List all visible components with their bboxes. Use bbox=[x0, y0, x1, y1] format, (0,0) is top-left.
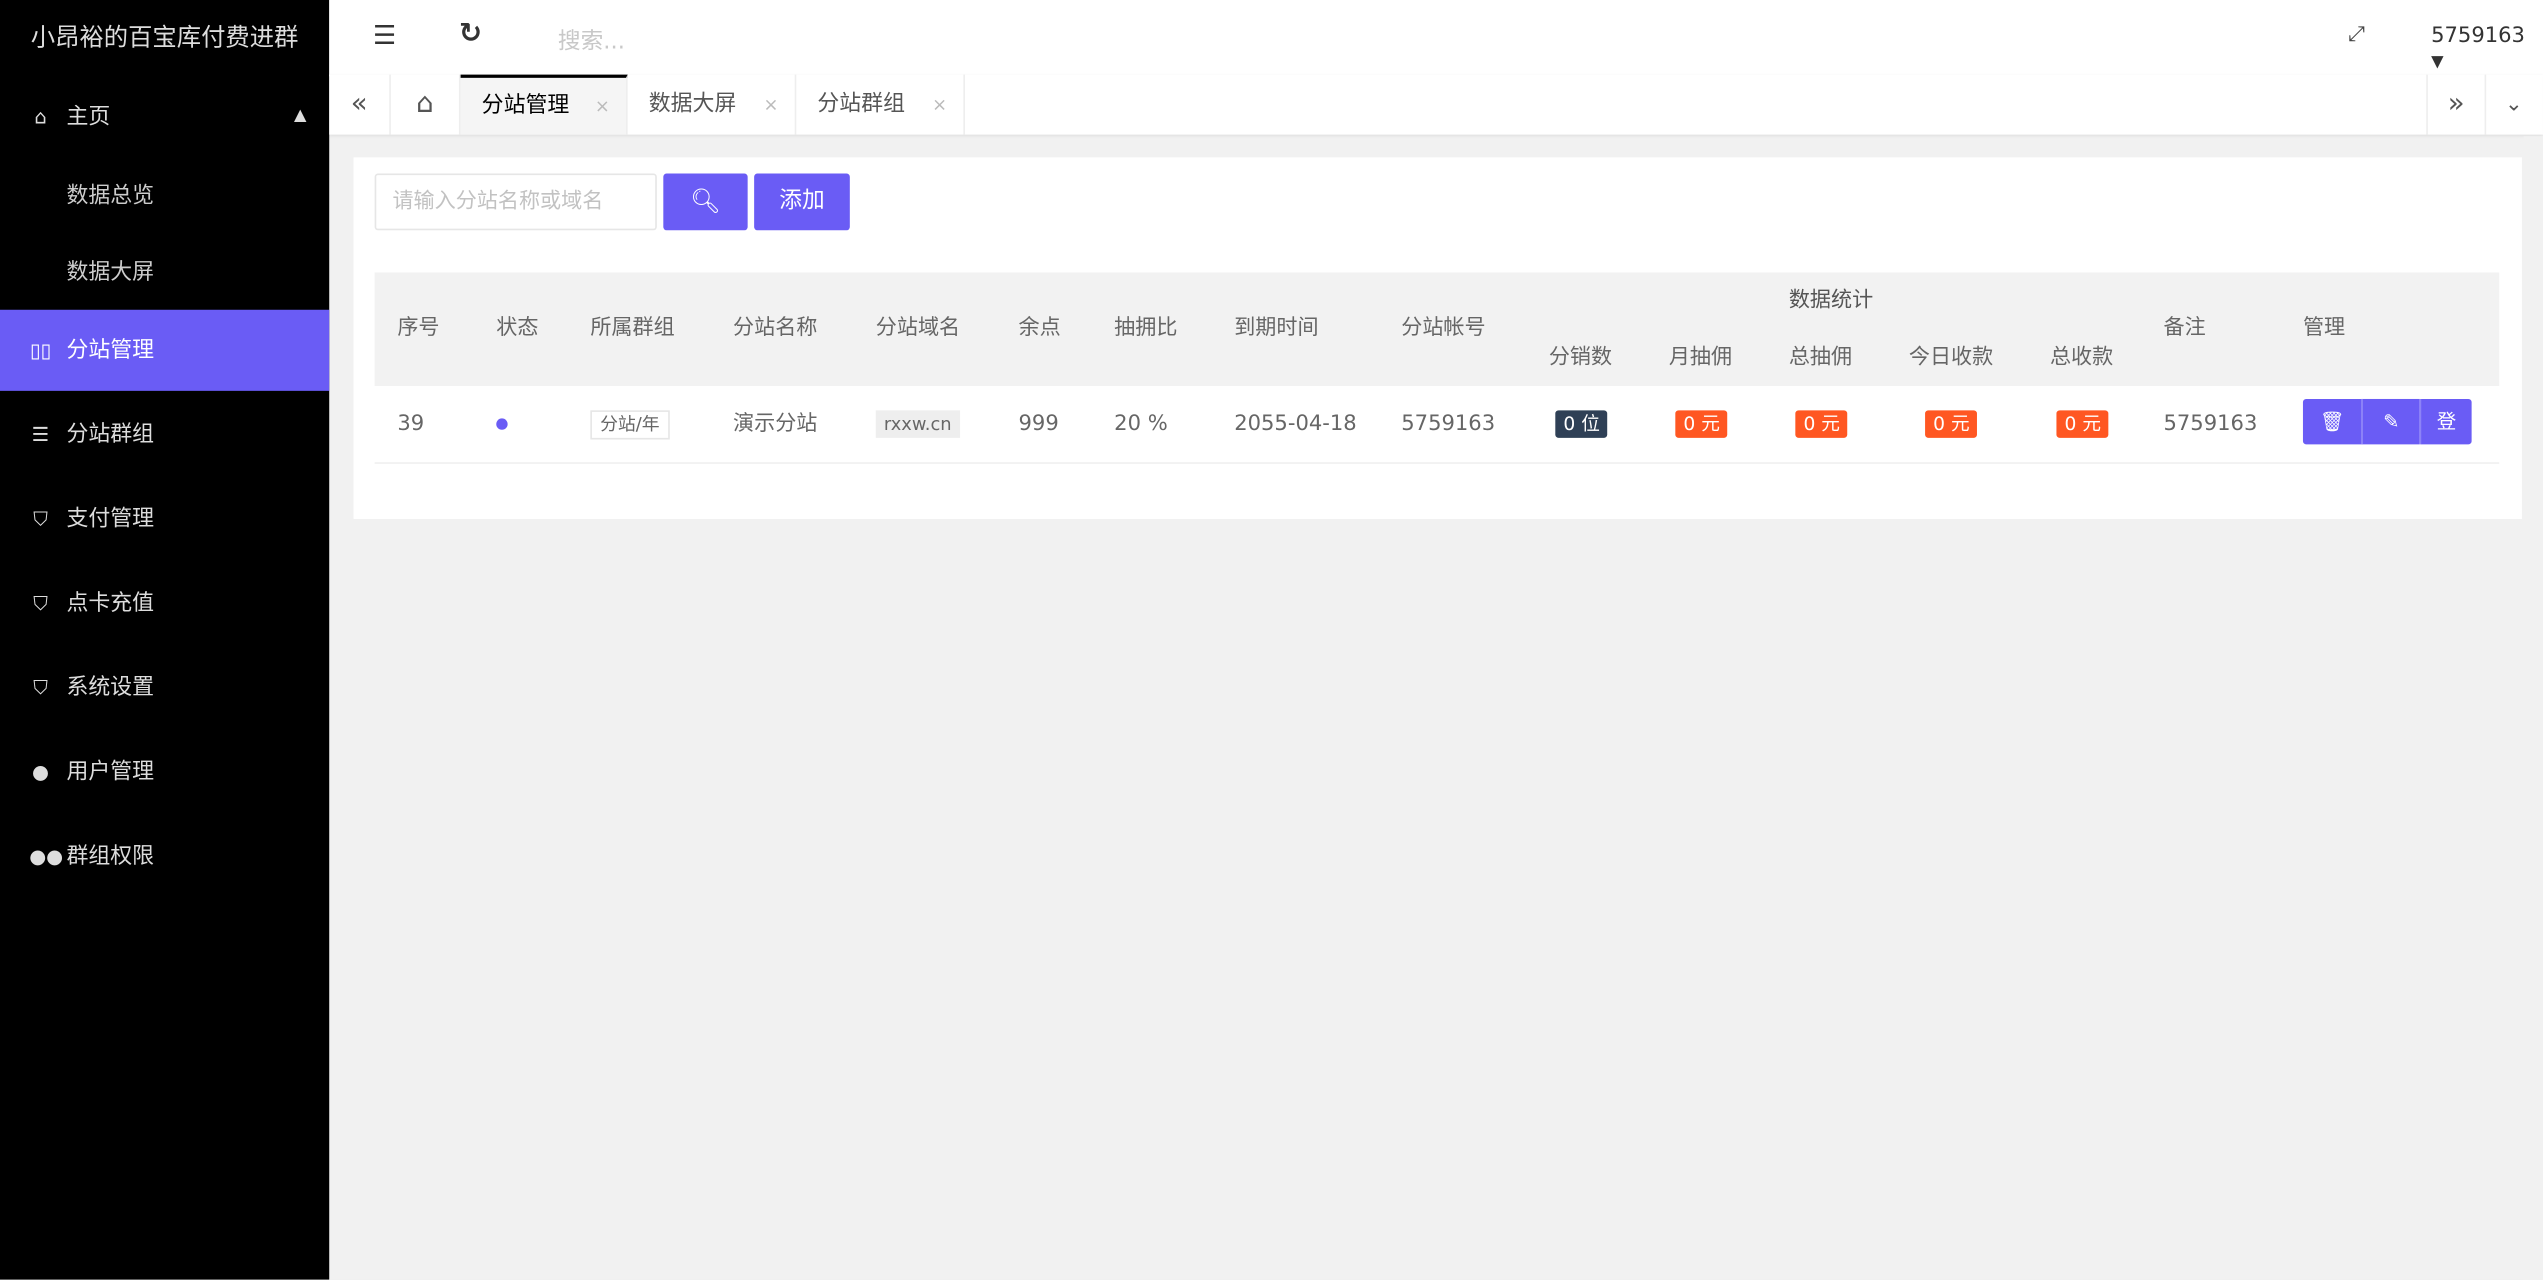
domain-tag: rxxw.cn bbox=[875, 410, 960, 438]
status-dot bbox=[496, 386, 508, 462]
cell-remark: 5759163 bbox=[2163, 411, 2258, 437]
scroll-left-icon[interactable]: « bbox=[329, 74, 391, 135]
sidebar-item-permissions[interactable]: ●● 群组权限 bbox=[0, 816, 329, 897]
caret-up-icon: ▲ bbox=[294, 107, 307, 125]
month-badge: 0 元 bbox=[1675, 410, 1729, 438]
today-badge: 0 元 bbox=[1925, 410, 1978, 438]
col-domain: 分站域名 bbox=[875, 316, 961, 341]
tab-bigscreen[interactable]: 数据大屏 × bbox=[628, 74, 797, 135]
group-tag: 分站/年 bbox=[590, 409, 670, 439]
sidebar-item-bigscreen[interactable]: 数据大屏 bbox=[0, 232, 329, 313]
sidebar-item-recharge[interactable]: ⛉ 点卡充值 bbox=[0, 563, 329, 644]
col-no: 序号 bbox=[397, 316, 440, 341]
sidebar-item-settings[interactable]: ⛉ 系统设置 bbox=[0, 647, 329, 728]
top-header: ☰ ↻ 搜索... ⤢ 5759163 ▼ bbox=[329, 0, 2543, 77]
cell-month: 0 元 bbox=[1675, 386, 1729, 462]
cell-domain: rxxw.cn bbox=[875, 386, 960, 462]
sidebar-item-overview[interactable]: 数据总览 bbox=[0, 156, 329, 237]
cell-account: 5759163 bbox=[1401, 411, 1496, 437]
cell-sales: 0 位 bbox=[1555, 386, 1608, 462]
columns-icon: ▯▯ bbox=[29, 338, 52, 362]
users-icon: ●● bbox=[29, 844, 64, 868]
close-icon[interactable]: × bbox=[932, 75, 947, 135]
cell-today: 0 元 bbox=[1925, 386, 1978, 462]
content-card: 请输入分站名称或域名 🔍︎ 添加 序号 状态 所属群组 分站名称 分站域名 余点… bbox=[353, 157, 2522, 519]
close-icon[interactable]: × bbox=[764, 75, 779, 135]
sidebar-item-payment[interactable]: ⛉ 支付管理 bbox=[0, 478, 329, 559]
shield-icon: ⛉ bbox=[33, 676, 48, 699]
tab-dropdown-icon[interactable]: ⌄ bbox=[2485, 75, 2543, 135]
user-icon: ● bbox=[32, 760, 50, 784]
tab-substation[interactable]: 分站管理 × bbox=[460, 74, 628, 135]
delete-icon: 🗑︎ bbox=[2319, 410, 2345, 434]
add-button[interactable]: 添加 bbox=[754, 173, 850, 231]
cell-total: 0 元 bbox=[1795, 386, 1849, 462]
col-expire: 到期时间 bbox=[1234, 316, 1319, 341]
header-search-input[interactable]: 搜索... bbox=[558, 24, 625, 56]
cell-no: 39 bbox=[397, 411, 425, 437]
login-button[interactable]: 登 bbox=[2419, 398, 2472, 445]
tab-groups[interactable]: 分站群组 × bbox=[796, 74, 965, 135]
cell-name: 演示分站 bbox=[733, 411, 818, 437]
sidebar-item-users[interactable]: ● 用户管理 bbox=[0, 731, 329, 812]
col-stats-group: 数据统计 bbox=[1788, 288, 1874, 314]
col-name: 分站名称 bbox=[733, 316, 818, 341]
sidebar-item-home[interactable]: ⌂ 主页 ▲ bbox=[0, 76, 329, 157]
cell-group: 分站/年 bbox=[590, 386, 670, 462]
substation-search-input[interactable]: 请输入分站名称或域名 bbox=[374, 173, 657, 231]
sidebar-item-substation[interactable]: ▯▯ 分站管理 bbox=[0, 309, 330, 391]
sliders-icon: ☰ bbox=[31, 423, 50, 446]
scrollbar[interactable] bbox=[2523, 136, 2543, 1280]
fullscreen-icon[interactable]: ⤢ bbox=[2348, 23, 2365, 47]
col-sales: 分销数 bbox=[1548, 345, 1613, 370]
close-icon[interactable]: × bbox=[595, 78, 610, 135]
search-icon: 🔍︎ bbox=[690, 186, 721, 216]
col-account: 分站帐号 bbox=[1401, 316, 1486, 341]
col-manage: 管理 bbox=[2302, 316, 2346, 341]
caret-down-icon: ▼ bbox=[2431, 53, 2444, 72]
col-points: 余点 bbox=[1018, 316, 1061, 341]
income-badge: 0 元 bbox=[2056, 410, 2110, 438]
col-ratio: 抽拥比 bbox=[1114, 316, 1178, 341]
home-tab-icon[interactable]: ⌂ bbox=[391, 74, 461, 135]
cell-income: 0 元 bbox=[2056, 386, 2110, 462]
menu-toggle-icon[interactable]: ☰ bbox=[373, 19, 396, 50]
refresh-icon[interactable]: ↻ bbox=[459, 18, 482, 50]
col-month: 月抽佣 bbox=[1668, 345, 1733, 370]
col-income: 总收款 bbox=[2049, 345, 2114, 370]
col-today: 今日收款 bbox=[1908, 345, 1994, 370]
table-header: 序号 状态 所属群组 分站名称 分站域名 余点 抽拥比 到期时间 分站帐号 数据… bbox=[374, 272, 2500, 386]
tab-bar: « ⌂ 分站管理 × 数据大屏 × 分站群组 × » ⌄ bbox=[329, 74, 2543, 135]
col-group: 所属群组 bbox=[590, 316, 675, 341]
col-status: 状态 bbox=[496, 316, 539, 341]
delete-button[interactable]: 🗑︎ bbox=[2302, 398, 2362, 445]
col-remark: 备注 bbox=[2163, 316, 2206, 341]
total-badge: 0 元 bbox=[1795, 410, 1849, 438]
table-row: 39 分站/年 演示分站 rxxw.cn 999 20 % 2055-04-18… bbox=[374, 386, 2500, 464]
username: 5759163 bbox=[2431, 24, 2525, 49]
col-total: 总抽佣 bbox=[1788, 345, 1853, 370]
search-button[interactable]: 🔍︎ bbox=[663, 173, 748, 231]
cell-points: 999 bbox=[1018, 411, 1059, 437]
edit-icon: ✎ bbox=[2383, 410, 2400, 434]
scroll-right-icon[interactable]: » bbox=[2426, 74, 2487, 135]
sales-badge: 0 位 bbox=[1555, 410, 1608, 438]
home-icon: ⌂ bbox=[34, 105, 47, 129]
user-menu[interactable]: 5759163 ▼ bbox=[2431, 24, 2543, 73]
brand-title: 小昂裕的百宝库付费进群 bbox=[30, 22, 299, 52]
edit-button[interactable]: ✎ bbox=[2361, 398, 2420, 445]
sidebar-item-groups[interactable]: ☰ 分站群组 bbox=[0, 394, 329, 475]
shield-icon: ⛉ bbox=[33, 591, 48, 615]
cell-ratio: 20 % bbox=[1114, 411, 1168, 437]
shield-icon: ⛉ bbox=[33, 507, 48, 531]
sidebar: 小昂裕的百宝库付费进群 ⌂ 主页 ▲ 数据总览 数据大屏 ▯▯ 分站管理 ☰ 分站群组 … bbox=[0, 0, 330, 1280]
cell-expire: 2055-04-18 bbox=[1234, 411, 1357, 437]
